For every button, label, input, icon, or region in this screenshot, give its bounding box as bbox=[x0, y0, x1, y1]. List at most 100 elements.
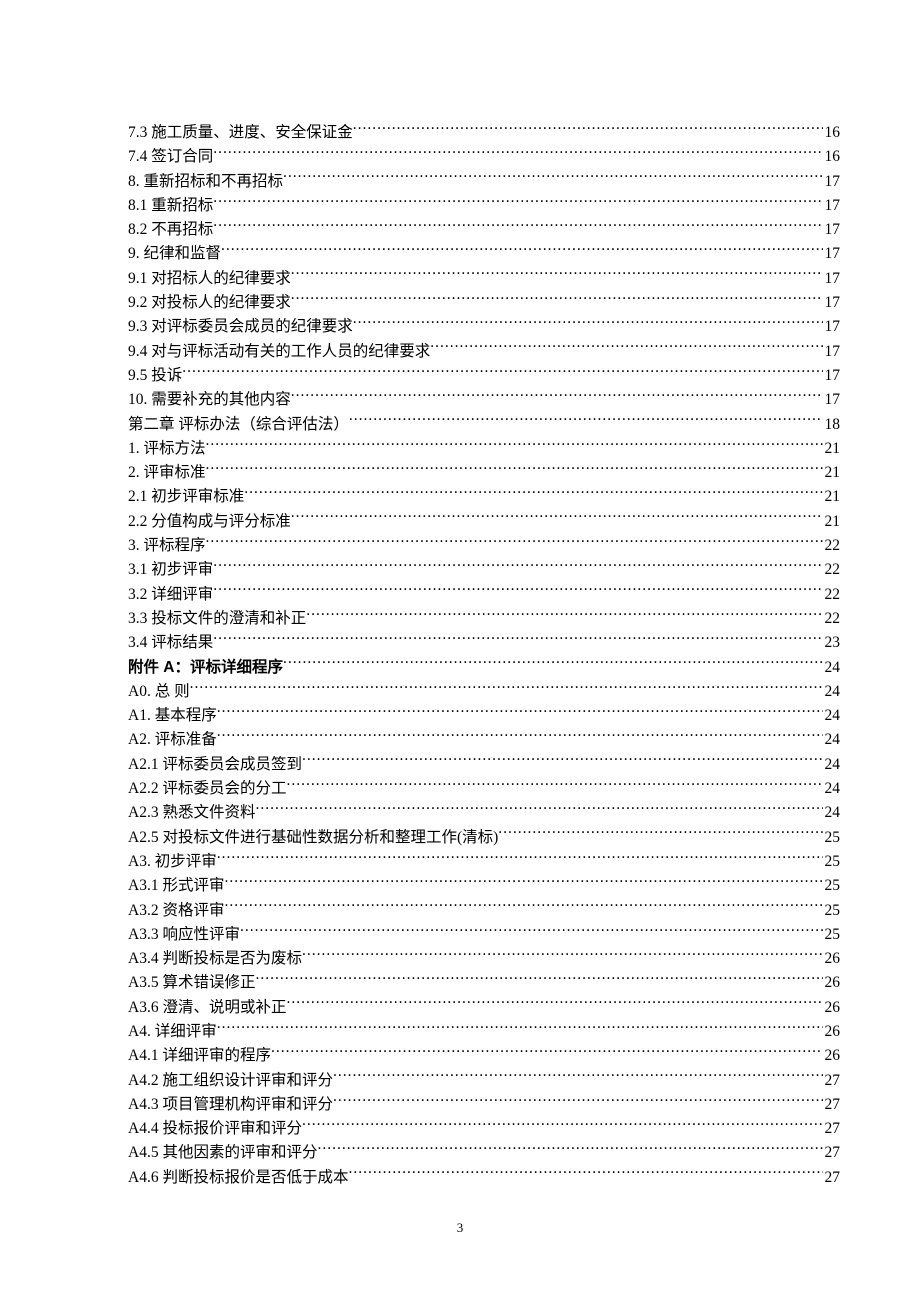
toc-entry[interactable]: 9.2 对投标人的纪律要求17 bbox=[128, 291, 840, 315]
toc-entry[interactable]: A0. 总 则24 bbox=[128, 680, 840, 704]
toc-entry[interactable]: 2.2 分值构成与评分标准21 bbox=[128, 510, 840, 534]
toc-entry-page: 26 bbox=[823, 971, 841, 995]
toc-entry[interactable]: 9. 纪律和监督17 bbox=[128, 242, 840, 266]
toc-entry[interactable]: A4.2 施工组织设计评审和评分27 bbox=[128, 1069, 840, 1093]
toc-leader-dots bbox=[206, 437, 823, 453]
toc-entry[interactable]: A2. 评标准备24 bbox=[128, 728, 840, 752]
toc-leader-dots bbox=[333, 1069, 823, 1085]
toc-entry-page: 25 bbox=[823, 923, 841, 947]
toc-entry[interactable]: 7.4 签订合同16 bbox=[128, 145, 840, 169]
toc-entry[interactable]: 9.3 对评标委员会成员的纪律要求17 bbox=[128, 315, 840, 339]
toc-entry[interactable]: 2. 评审标准21 bbox=[128, 461, 840, 485]
toc-entry-label: 9.4 对与评标活动有关的工作人员的纪律要求 bbox=[128, 340, 430, 364]
toc-entry[interactable]: 3. 评标程序 22 bbox=[128, 534, 840, 558]
toc-entry-label: A3.2 资格评审 bbox=[128, 899, 224, 923]
toc-leader-dots bbox=[206, 535, 823, 551]
toc-entry[interactable]: 3.3 投标文件的澄清和补正22 bbox=[128, 607, 840, 631]
toc-entry[interactable]: A3. 初步评审25 bbox=[128, 850, 840, 874]
toc-entry[interactable]: A4.5 其他因素的评审和评分27 bbox=[128, 1141, 840, 1165]
toc-entry-page: 17 bbox=[823, 364, 841, 388]
toc-leader-dots bbox=[430, 340, 822, 356]
toc-entry-page: 24 bbox=[823, 656, 841, 680]
toc-leader-dots bbox=[217, 705, 823, 721]
toc-entry-page: 17 bbox=[823, 218, 841, 242]
toc-entry[interactable]: A3.3 响应性评审25 bbox=[128, 923, 840, 947]
toc-leader-dots bbox=[348, 1166, 822, 1182]
toc-entry[interactable]: A3.6 澄清、说明或补正 26 bbox=[128, 996, 840, 1020]
toc-entry[interactable]: 7.3 施工质量、进度、安全保证金16 bbox=[128, 121, 840, 145]
toc-entry[interactable]: A4.6 判断投标报价是否低于成本27 bbox=[128, 1166, 840, 1190]
toc-entry[interactable]: A4.1 详细评审的程序 26 bbox=[128, 1044, 840, 1068]
toc-leader-dots bbox=[306, 607, 822, 623]
toc-entry-page: 18 bbox=[823, 413, 841, 437]
toc-entry[interactable]: A3.4 判断投标是否为废标 26 bbox=[128, 947, 840, 971]
toc-entry[interactable]: A2.3 熟悉文件资料24 bbox=[128, 801, 840, 825]
toc-entry-label: A3.6 澄清、说明或补正 bbox=[128, 996, 286, 1020]
toc-entry-page: 25 bbox=[823, 826, 841, 850]
toc-entry[interactable]: 3.1 初步评审22 bbox=[128, 558, 840, 582]
toc-entry-page: 17 bbox=[823, 291, 841, 315]
toc-entry-page: 26 bbox=[823, 1044, 841, 1068]
toc-leader-dots bbox=[291, 510, 823, 526]
toc-entry-label: 9.3 对评标委员会成员的纪律要求 bbox=[128, 315, 353, 339]
toc-entry[interactable]: A2.5 对投标文件进行基础性数据分析和整理工作(清标)25 bbox=[128, 826, 840, 850]
toc-leader-dots bbox=[221, 243, 822, 259]
toc-entry-label: A4.1 详细评审的程序 bbox=[128, 1044, 271, 1068]
toc-leader-dots bbox=[217, 1020, 823, 1036]
toc-entry-page: 27 bbox=[823, 1093, 841, 1117]
toc-entry[interactable]: A3.1 形式评审25 bbox=[128, 874, 840, 898]
toc-entry-label: A4. 详细评审 bbox=[128, 1020, 217, 1044]
toc-entry-page: 24 bbox=[823, 680, 841, 704]
toc-leader-dots bbox=[291, 389, 823, 405]
toc-entry-page: 22 bbox=[823, 534, 841, 558]
toc-entry[interactable]: 1. 评标方法21 bbox=[128, 437, 840, 461]
toc-leader-dots bbox=[349, 413, 823, 429]
toc-leader-dots bbox=[302, 753, 823, 769]
toc-entry-page: 17 bbox=[823, 267, 841, 291]
toc-entry[interactable]: 8. 重新招标和不再招标17 bbox=[128, 170, 840, 194]
toc-leader-dots bbox=[213, 559, 822, 575]
toc-entry[interactable]: A1. 基本程序24 bbox=[128, 704, 840, 728]
toc-entry-label: 1. 评标方法 bbox=[128, 437, 206, 461]
toc-entry[interactable]: 3.4 评标结果23 bbox=[128, 631, 840, 655]
toc-entry-label: A3.5 算术错误修正 bbox=[128, 971, 255, 995]
toc-entry[interactable]: 3.2 详细评审22 bbox=[128, 583, 840, 607]
toc-entry[interactable]: A3.2 资格评审 25 bbox=[128, 899, 840, 923]
toc-entry[interactable]: 第二章 评标办法（综合评估法）18 bbox=[128, 413, 840, 437]
toc-entry[interactable]: A2.1 评标委员会成员签到24 bbox=[128, 753, 840, 777]
toc-entry[interactable]: 8.1 重新招标17 bbox=[128, 194, 840, 218]
toc-leader-dots bbox=[224, 899, 822, 915]
toc-entry-page: 25 bbox=[823, 899, 841, 923]
toc-entry[interactable]: 2.1 初步评审标准21 bbox=[128, 485, 840, 509]
toc-leader-dots bbox=[255, 802, 822, 818]
toc-entry-page: 22 bbox=[823, 583, 841, 607]
toc-leader-dots bbox=[302, 948, 823, 964]
toc-entry[interactable]: 附件 A：评标详细程序24 bbox=[128, 656, 840, 680]
toc-entry-label: 9.1 对招标人的纪律要求 bbox=[128, 267, 291, 291]
toc-entry-page: 22 bbox=[823, 558, 841, 582]
toc-entry-label: 7.3 施工质量、进度、安全保证金 bbox=[128, 121, 353, 145]
toc-entry-page: 16 bbox=[823, 145, 841, 169]
toc-entry-label: 3. 评标程序 bbox=[128, 534, 206, 558]
toc-entry[interactable]: A4. 详细评审26 bbox=[128, 1020, 840, 1044]
toc-entry[interactable]: 9.1 对招标人的纪律要求 17 bbox=[128, 267, 840, 291]
toc-entry[interactable]: A4.4 投标报价评审和评分27 bbox=[128, 1117, 840, 1141]
toc-entry-page: 24 bbox=[823, 753, 841, 777]
toc-entry[interactable]: 10. 需要补充的其他内容17 bbox=[128, 388, 840, 412]
toc-entry[interactable]: A2.2 评标委员会的分工24 bbox=[128, 777, 840, 801]
toc-entry-label: A3.4 判断投标是否为废标 bbox=[128, 947, 302, 971]
toc-entry-label: A3.1 形式评审 bbox=[128, 874, 224, 898]
toc-entry-page: 17 bbox=[823, 388, 841, 412]
toc-entry[interactable]: 9.4 对与评标活动有关的工作人员的纪律要求17 bbox=[128, 340, 840, 364]
toc-entry[interactable]: A4.3 项目管理机构评审和评分 27 bbox=[128, 1093, 840, 1117]
toc-entry-page: 26 bbox=[823, 947, 841, 971]
toc-leader-dots bbox=[353, 316, 823, 332]
toc-entry[interactable]: 9.5 投诉17 bbox=[128, 364, 840, 388]
toc-leader-dots bbox=[291, 267, 823, 283]
toc-entry-page: 26 bbox=[823, 996, 841, 1020]
toc-entry[interactable]: 8.2 不再招标17 bbox=[128, 218, 840, 242]
toc-entry-label: A4.3 项目管理机构评审和评分 bbox=[128, 1093, 333, 1117]
toc-leader-dots bbox=[333, 1093, 823, 1109]
toc-entry[interactable]: A3.5 算术错误修正 26 bbox=[128, 971, 840, 995]
toc-leader-dots bbox=[283, 656, 822, 672]
